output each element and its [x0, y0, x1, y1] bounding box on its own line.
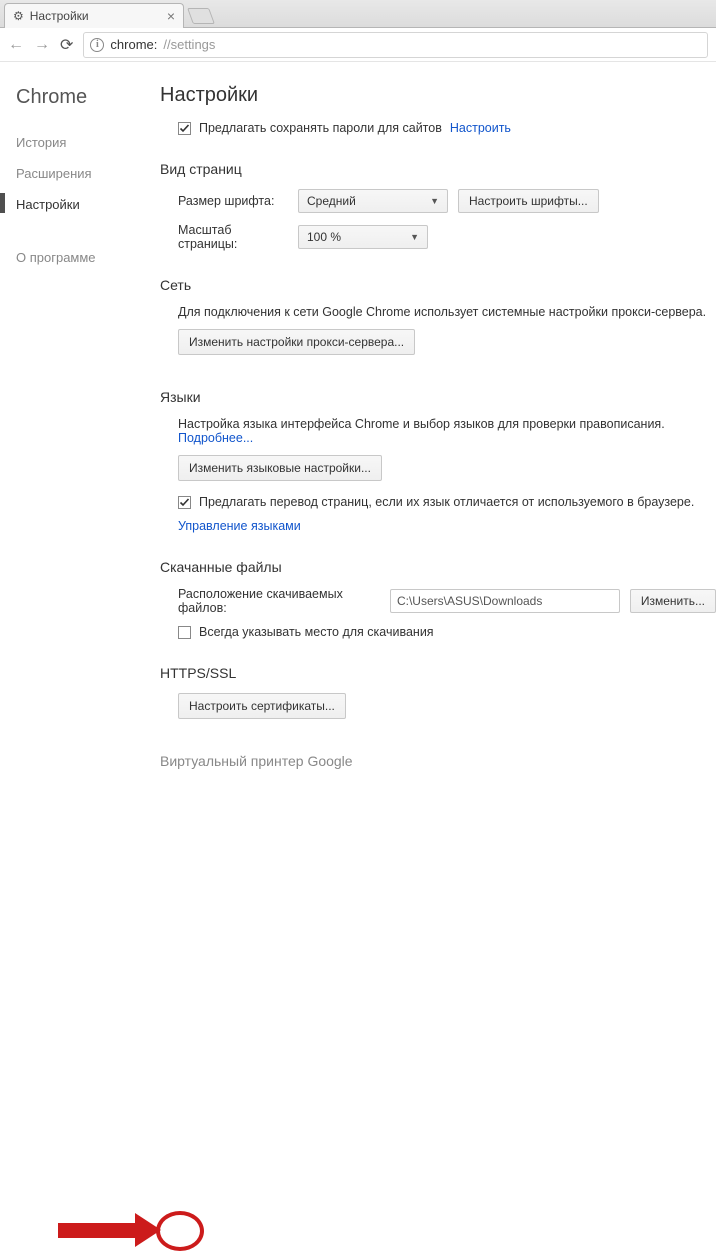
- arrow-body: [58, 1223, 136, 1238]
- gear-icon: ⚙: [13, 9, 24, 23]
- ask-download-location-checkbox[interactable]: [178, 626, 191, 639]
- back-button[interactable]: ←: [8, 36, 24, 54]
- languages-more-link[interactable]: Подробнее...: [178, 431, 253, 445]
- download-location-label: Расположение скачиваемых файлов:: [178, 587, 380, 615]
- network-heading: Сеть: [160, 277, 716, 293]
- chevron-down-icon: ▼: [410, 232, 419, 242]
- section-network: Сеть Для подключения к сети Google Chrom…: [160, 277, 716, 363]
- font-size-label: Размер шрифта:: [178, 194, 288, 208]
- downloads-heading: Скачанные файлы: [160, 559, 716, 575]
- forward-button[interactable]: →: [34, 36, 50, 54]
- browser-tab[interactable]: ⚙ Настройки ×: [4, 3, 184, 28]
- offer-save-passwords-label: Предлагать сохранять пароли для сайтов: [199, 121, 442, 135]
- browser-toolbar: ← → ⟳ i chrome: //settings: [0, 28, 716, 62]
- offer-save-passwords-checkbox[interactable]: [178, 122, 191, 135]
- info-icon[interactable]: i: [90, 38, 104, 52]
- section-cloud-print: Виртуальный принтер Google: [160, 753, 716, 769]
- font-size-select[interactable]: Средний ▼: [298, 189, 448, 213]
- sidebar-item-settings[interactable]: Настройки: [16, 189, 150, 220]
- sidebar-item-about[interactable]: О программе: [16, 242, 150, 273]
- url-host: chrome:: [110, 37, 157, 52]
- languages-heading: Языки: [160, 389, 716, 405]
- cloud-print-heading: Виртуальный принтер Google: [160, 753, 716, 769]
- ssl-heading: HTTPS/SSL: [160, 665, 716, 681]
- tab-title: Настройки: [30, 9, 89, 23]
- change-download-location-button[interactable]: Изменить...: [630, 589, 716, 613]
- ask-download-location-label: Всегда указывать место для скачивания: [199, 625, 434, 639]
- close-icon[interactable]: ×: [167, 8, 175, 24]
- page-zoom-label: Масштаб страницы:: [178, 223, 288, 251]
- arrow-head-icon: [135, 1213, 161, 1247]
- languages-help: Настройка языка интерфейса Chrome и выбо…: [178, 417, 665, 431]
- offer-translate-checkbox[interactable]: [178, 496, 191, 509]
- tab-strip: ⚙ Настройки ×: [0, 0, 716, 28]
- proxy-settings-button[interactable]: Изменить настройки прокси-сервера...: [178, 329, 415, 355]
- section-languages: Языки Настройка языка интерфейса Chrome …: [160, 389, 716, 533]
- page-title: Настройки: [160, 84, 716, 107]
- offer-translate-label: Предлагать перевод страниц, если их язык…: [199, 495, 694, 509]
- new-tab-button[interactable]: [187, 8, 215, 24]
- chevron-down-icon: ▼: [430, 196, 439, 206]
- offer-save-passwords-row: Предлагать сохранять пароли для сайтов Н…: [178, 121, 716, 135]
- reload-button[interactable]: ⟳: [60, 35, 73, 55]
- url-path: //settings: [163, 37, 215, 52]
- page-zoom-value: 100 %: [307, 230, 341, 244]
- font-size-value: Средний: [307, 194, 356, 208]
- page-zoom-select[interactable]: 100 % ▼: [298, 225, 428, 249]
- appearance-heading: Вид страниц: [160, 161, 716, 177]
- manage-certificates-button[interactable]: Настроить сертификаты...: [178, 693, 346, 719]
- sidebar-item-extensions[interactable]: Расширения: [16, 158, 150, 189]
- main-panel: Настройки Предлагать сохранять пароли дл…: [150, 62, 716, 795]
- address-bar[interactable]: i chrome: //settings: [83, 32, 708, 58]
- section-ssl: HTTPS/SSL Настроить сертификаты...: [160, 665, 716, 727]
- sidebar-brand: Chrome: [16, 86, 150, 109]
- configure-passwords-link[interactable]: Настроить: [450, 121, 511, 135]
- sidebar-item-history[interactable]: История: [16, 127, 150, 158]
- section-appearance: Вид страниц Размер шрифта: Средний ▼ Нас…: [160, 161, 716, 251]
- section-downloads: Скачанные файлы Расположение скачиваемых…: [160, 559, 716, 639]
- network-help: Для подключения к сети Google Chrome исп…: [178, 305, 716, 319]
- manage-languages-link[interactable]: Управление языками: [178, 519, 301, 533]
- sidebar: Chrome История Расширения Настройки О пр…: [0, 62, 150, 795]
- download-location-input[interactable]: [390, 589, 620, 613]
- circle-highlight: [156, 1211, 204, 1251]
- customize-fonts-button[interactable]: Настроить шрифты...: [458, 189, 599, 213]
- language-settings-button[interactable]: Изменить языковые настройки...: [178, 455, 382, 481]
